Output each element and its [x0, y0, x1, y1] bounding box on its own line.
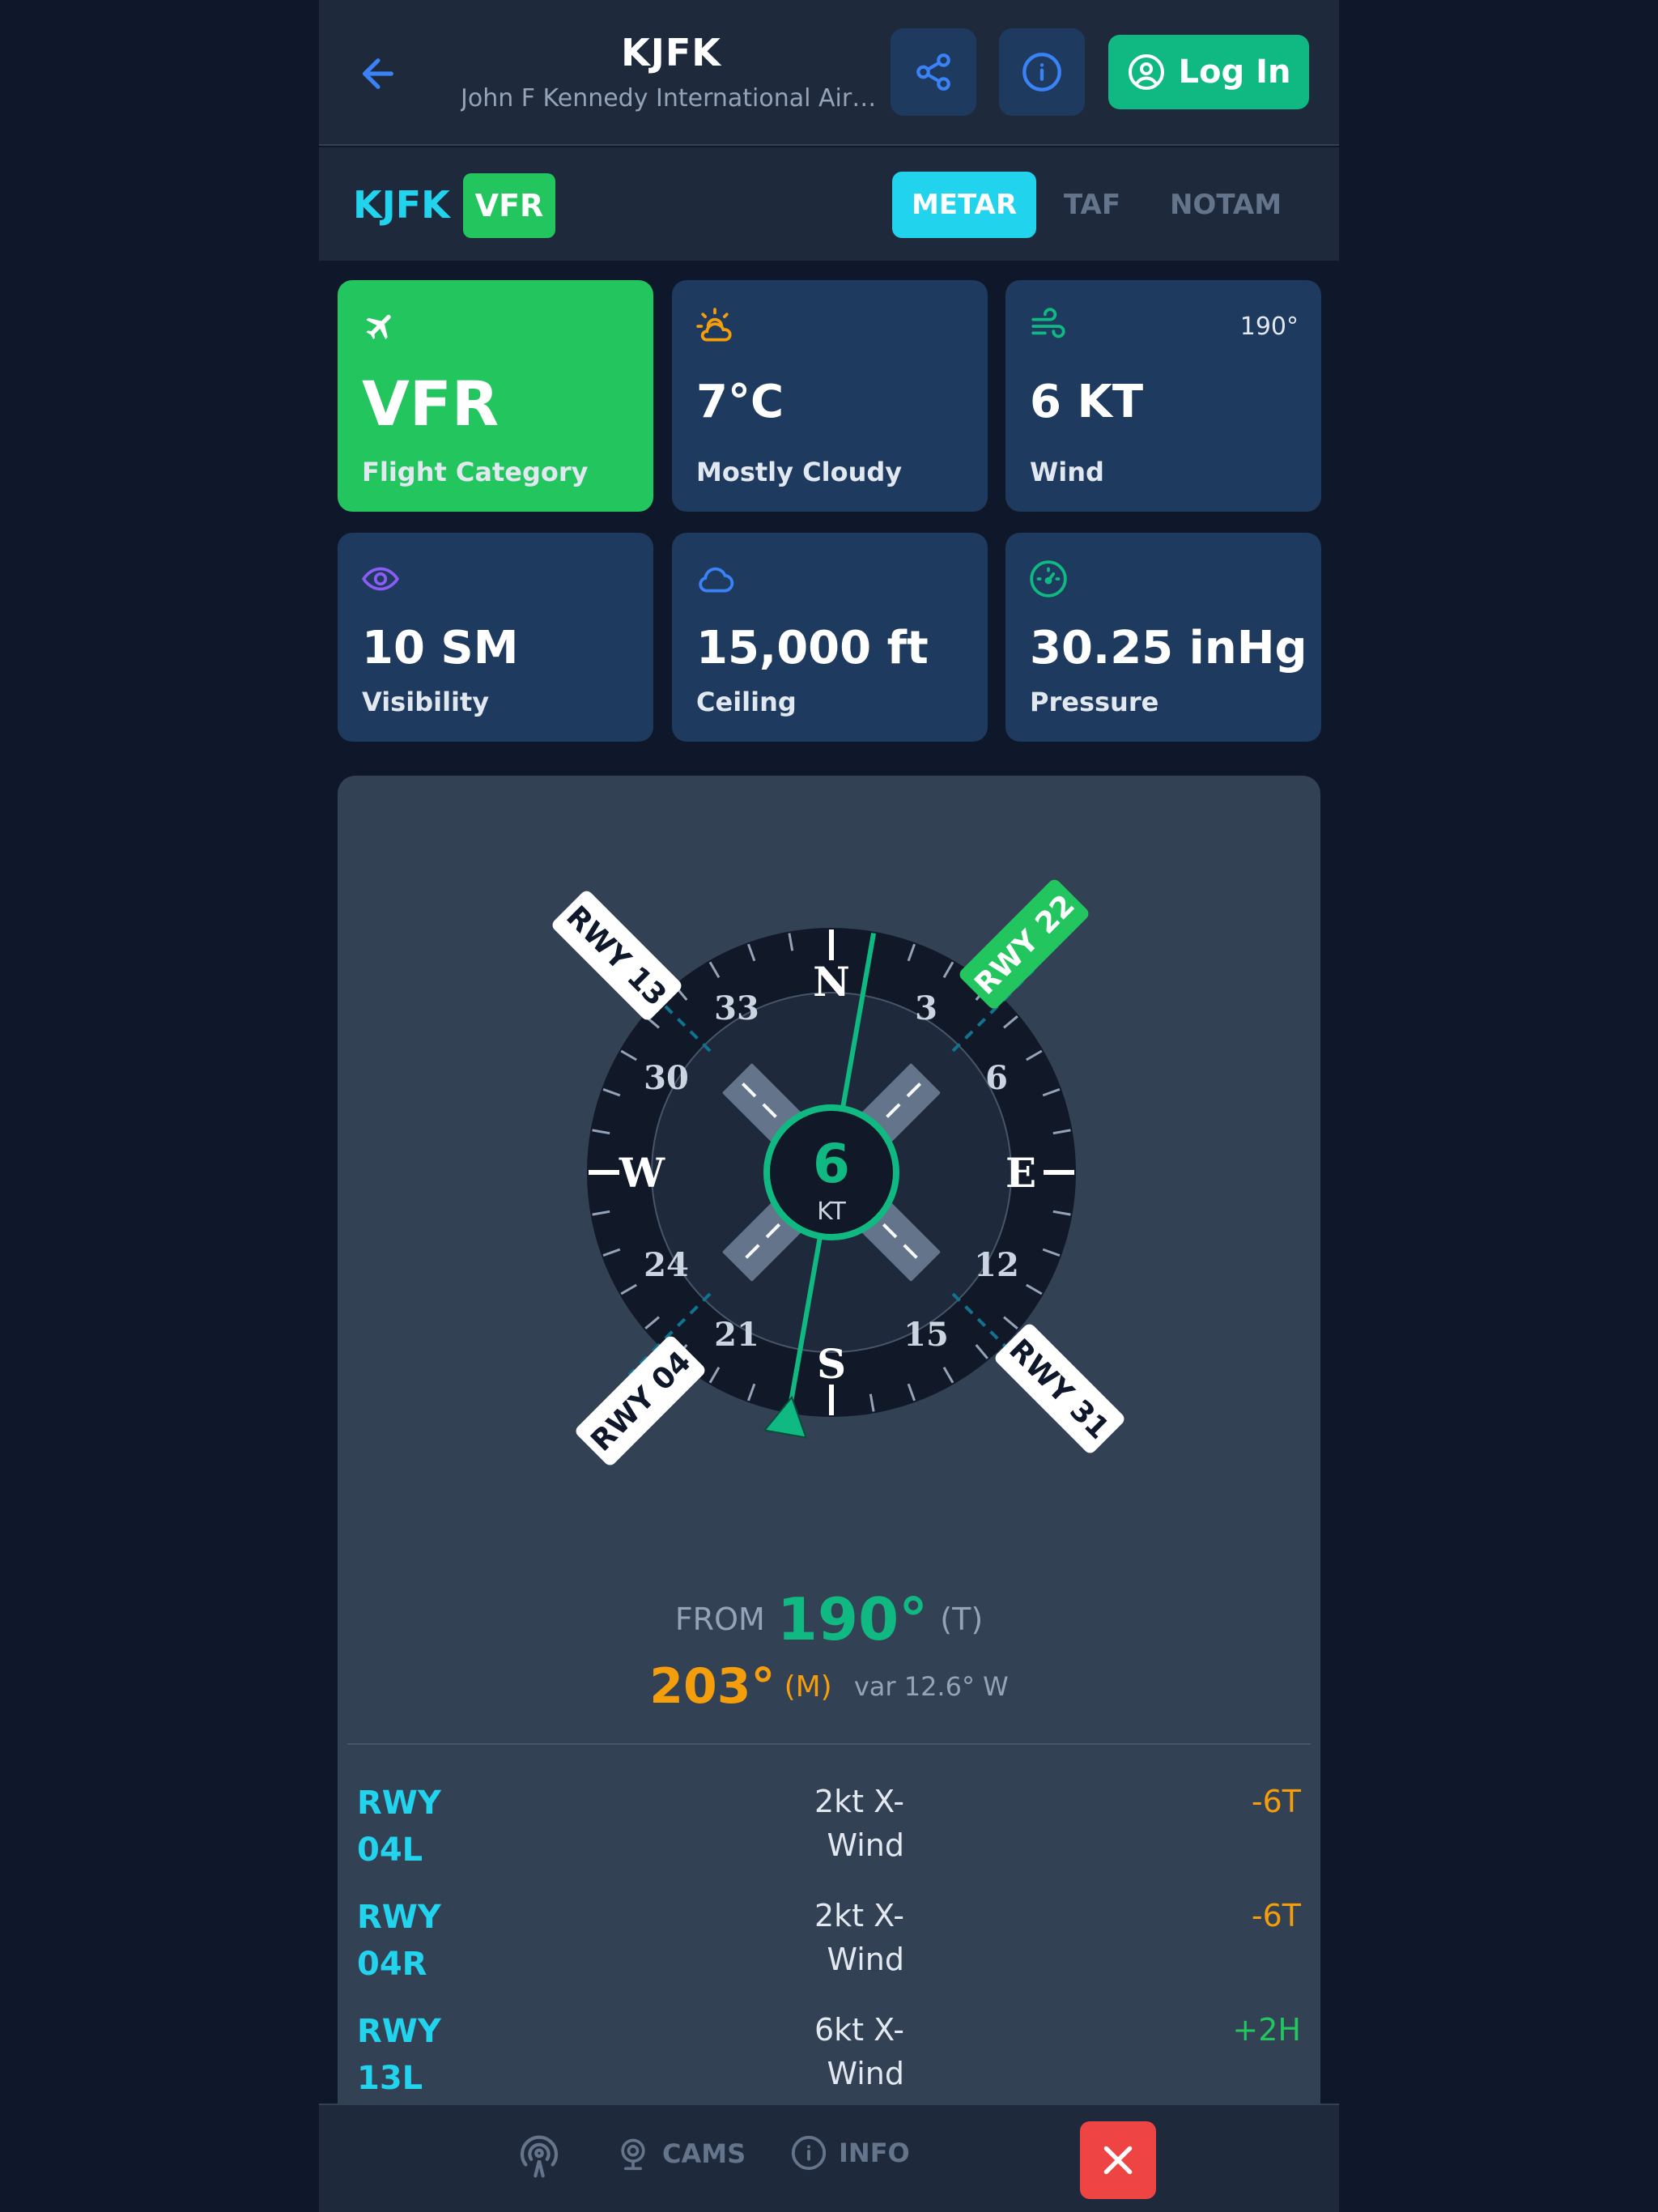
wind-from-true: FROM 190° (T) [338, 1585, 1320, 1653]
runway-component: -6T [1251, 1898, 1301, 1933]
wind-speed-value: 6 KT [1030, 376, 1144, 428]
top-header: KJFK John F Kennedy International Airp..… [319, 0, 1339, 146]
wind-speed-unit: KT [817, 1197, 846, 1226]
runway-label-31-text: RWY 31 [1002, 1333, 1115, 1445]
wind-label: Wind [1030, 457, 1104, 487]
visibility-card: 10 SM Visibility [338, 533, 653, 742]
ceiling-label: Ceiling [696, 687, 797, 717]
heading-24: 24 [644, 1246, 689, 1284]
magnetic-variation: var 12.6° W [853, 1671, 1009, 1702]
temperature-value: 7°C [696, 376, 784, 428]
station-code: KJFK [353, 183, 450, 227]
partly-cloudy-icon [696, 308, 732, 342]
runway-crosswind: 2kt X-Wind [814, 1784, 904, 1863]
heading-15: 15 [903, 1316, 949, 1354]
info-circle-icon [1022, 53, 1061, 91]
true-heading-value: 190° [776, 1585, 929, 1653]
flight-category-card: VFR Flight Category [338, 280, 653, 512]
heading-30: 30 [644, 1059, 689, 1097]
cloud-icon [699, 567, 734, 593]
pressure-value: 30.25 inHg [1030, 622, 1307, 674]
wind-speed-number: 6 [813, 1133, 850, 1195]
wind-card: 190° 6 KT Wind [1005, 280, 1321, 512]
heading-3: 3 [915, 989, 937, 1027]
true-ref-label: (T) [940, 1602, 984, 1637]
runway-label-13[interactable]: RWY 13 [550, 888, 683, 1022]
runway-label-04[interactable]: RWY 04 [573, 1334, 707, 1467]
flight-category-badge: VFR [463, 173, 555, 238]
runway-component: +2H [1232, 2012, 1301, 2048]
arrow-left-icon [363, 58, 393, 89]
temperature-card: 7°C Mostly Cloudy [672, 280, 988, 512]
visibility-value: 10 SM [362, 622, 519, 674]
info-button[interactable] [999, 28, 1085, 116]
wind-direction-value: 190° [1239, 313, 1299, 341]
wind-from-magnetic: 203° (M) var 12.6° W [338, 1658, 1320, 1715]
radio-tower-icon [520, 2135, 559, 2178]
cardinal-w: W [619, 1149, 665, 1197]
runway-label-13-text: RWY 13 [559, 900, 672, 1012]
nav-info[interactable]: INFO [790, 2134, 910, 2172]
runway-crosswind: 2kt X-Wind [814, 1898, 904, 1977]
heading-21: 21 [714, 1316, 759, 1354]
cardinal-s: S [817, 1340, 846, 1388]
ceiling-value: 15,000 ft [696, 622, 929, 674]
cardinal-n: N [813, 958, 850, 1006]
runway-label-31[interactable]: RWY 31 [993, 1321, 1126, 1455]
tab-notam[interactable]: NOTAM [1145, 172, 1307, 238]
wind-compass: N E S W 3 6 12 15 21 24 30 33 6 KT RWY 1… [550, 877, 1126, 1467]
runway-label-22-text: RWY 22 [968, 888, 1081, 1001]
airplane-icon [366, 314, 391, 339]
page-title: KJFK [621, 31, 721, 74]
info-circle-icon [791, 2135, 827, 2171]
page-subtitle: John F Kennedy International Airp... [461, 84, 882, 113]
tab-taf[interactable]: TAF [1056, 172, 1129, 238]
user-circle-icon [1128, 54, 1164, 90]
runway-row[interactable]: RWY 04R 2kt X-Wind -6T [338, 1894, 1320, 2007]
webcam-icon [621, 2138, 645, 2171]
station-bar: KJFK VFR METAR TAF NOTAM [319, 147, 1339, 261]
sky-condition-label: Mostly Cloudy [696, 457, 903, 487]
nav-info-label: INFO [839, 2138, 910, 2168]
visibility-label: Visibility [362, 687, 490, 717]
close-button[interactable] [1080, 2121, 1156, 2199]
runway-crosswind: 6kt X-Wind [814, 2012, 904, 2091]
magnetic-heading-value: 203° [649, 1658, 776, 1715]
flight-category-value: VFR [362, 368, 500, 440]
nav-cams[interactable]: CAMS [615, 2134, 746, 2173]
magnetic-ref-label: (M) [784, 1670, 832, 1704]
nav-radio[interactable] [517, 2134, 562, 2180]
ceiling-card: 15,000 ft Ceiling [672, 533, 988, 742]
cardinal-e: E [1005, 1149, 1036, 1197]
runway-name: RWY 04R [357, 1899, 441, 1983]
divider [347, 1743, 1311, 1745]
runway-row[interactable]: RWY 04L 2kt X-Wind -6T [338, 1780, 1320, 1893]
bottom-nav: CAMS INFO [319, 2104, 1339, 2212]
wind-panel: N E S W 3 6 12 15 21 24 30 33 6 KT RWY 1… [338, 776, 1320, 2212]
share-button[interactable] [891, 28, 976, 116]
pressure-label: Pressure [1030, 687, 1159, 717]
nav-cams-label: CAMS [662, 2138, 746, 2169]
login-button[interactable]: Log In [1108, 35, 1309, 109]
pressure-card: 30.25 inHg Pressure [1005, 533, 1321, 742]
runway-label-22[interactable]: RWY 22 [957, 877, 1090, 1010]
back-button[interactable] [350, 45, 406, 102]
heading-12: 12 [974, 1246, 1019, 1284]
heading-33: 33 [714, 989, 759, 1027]
from-label: FROM [674, 1602, 765, 1637]
gauge-icon [1030, 560, 1067, 598]
flight-category-label: Flight Category [362, 457, 589, 487]
login-label: Log In [1178, 53, 1291, 91]
eye-icon [361, 567, 400, 591]
close-icon [1103, 2146, 1133, 2175]
wind-icon [1031, 308, 1065, 338]
tab-metar[interactable]: METAR [892, 172, 1036, 238]
share-icon [916, 53, 950, 91]
runway-name: RWY 13L [357, 2013, 441, 2097]
runway-name: RWY 04L [357, 1784, 441, 1869]
heading-6: 6 [985, 1059, 1008, 1097]
app-root: KJFK John F Kennedy International Airp..… [319, 0, 1339, 2212]
runway-component: -6T [1251, 1784, 1301, 1819]
